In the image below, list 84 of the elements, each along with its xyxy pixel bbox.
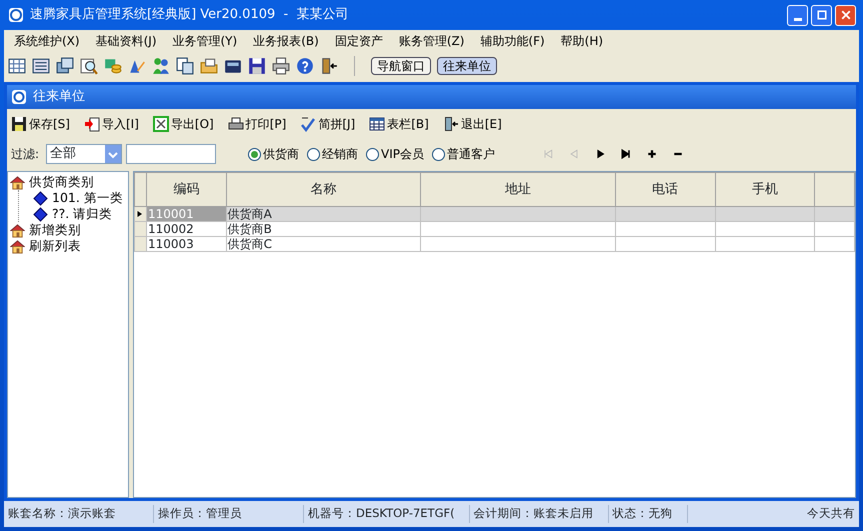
menu-item[interactable]: 辅助功能(F) [472, 30, 553, 52]
status-text: 机器号：DESKTOP-7ETGF( [304, 505, 470, 523]
toolbar-button[interactable]: 表栏[B] [369, 115, 429, 133]
table-cell: 110002 [148, 222, 194, 236]
child-window-title: 往来单位 [33, 88, 85, 106]
table-cell: 供货商A [228, 206, 272, 220]
tree-item[interactable]: 刷新列表 [10, 238, 81, 254]
maximize-button[interactable] [811, 4, 832, 26]
last-icon[interactable] [620, 148, 632, 160]
radio-button[interactable]: 普通客户 [432, 145, 500, 163]
navigation-button[interactable]: 往来单位 [437, 57, 497, 75]
save-icon [11, 116, 27, 132]
close-button[interactable] [835, 4, 856, 26]
diamond-icon [33, 190, 48, 206]
toolbar-button[interactable]: 导出[O] [152, 115, 214, 133]
coins-icon[interactable] [104, 57, 122, 75]
maximize-icon [816, 10, 826, 20]
plus-icon[interactable] [646, 148, 658, 160]
column-header[interactable]: 手机 [715, 172, 815, 206]
radio-button[interactable]: VIP会员 [366, 145, 428, 163]
tree-item[interactable]: ??. 请归类 [33, 206, 112, 222]
house-icon [10, 238, 25, 254]
import-icon [84, 116, 100, 132]
menu-item[interactable]: 业务管理(Y) [164, 30, 246, 52]
table-cell: 供货商C [228, 236, 272, 250]
minimize-icon [794, 18, 802, 20]
house-icon [10, 174, 25, 190]
people-icon[interactable] [152, 57, 170, 75]
table-icon [369, 116, 386, 132]
printer-icon[interactable] [272, 57, 290, 75]
windows-icon[interactable] [56, 57, 74, 75]
tree-item[interactable]: 供货商类别 [10, 174, 94, 190]
column-header[interactable]: 编码 [146, 172, 226, 206]
column-header[interactable]: 电话 [615, 172, 716, 206]
folder-icon[interactable] [200, 57, 218, 75]
status-text: 操作员：管理员 [154, 505, 304, 523]
table-cell: 供货商B [228, 222, 272, 236]
toolbar-button[interactable]: 简拼[J] [300, 115, 356, 133]
documents-icon[interactable] [176, 57, 194, 75]
menu-item[interactable]: 固定资产 [326, 30, 391, 52]
status-text: 账套名称：演示账套 [4, 505, 154, 523]
menu-item[interactable]: 系统维护(X) [6, 30, 88, 52]
radio-button[interactable]: 供货商 [248, 145, 304, 163]
filter-label: 过滤: [11, 146, 40, 163]
status-text: 状态：无狗 [608, 505, 688, 523]
table-cell: 110003 [148, 236, 194, 250]
filter-input[interactable] [126, 144, 216, 164]
toolbar-button[interactable]: 导入[I] [84, 115, 139, 133]
table-cell: 110001 [148, 206, 194, 220]
toolbar-button[interactable]: 打印[P] [228, 115, 286, 133]
tree-item[interactable]: 新增类别 [10, 222, 81, 238]
tree-item[interactable]: 101. 第一类 [33, 190, 123, 206]
app-icon [8, 7, 24, 23]
toolbar-button[interactable]: 退出[E] [442, 115, 502, 133]
menu-item[interactable]: 基础资料(J) [88, 30, 164, 52]
column-header[interactable]: 地址 [420, 172, 616, 206]
window-icon [11, 89, 27, 105]
filter-dropdown[interactable]: 全部 [46, 144, 122, 164]
status-text: 会计期间：账套未启用 [470, 505, 609, 523]
menu-item[interactable]: 帮助(H) [552, 30, 612, 52]
search-icon[interactable] [80, 57, 98, 75]
row-indicator[interactable] [134, 206, 146, 222]
help-icon[interactable] [296, 57, 314, 75]
close-icon [840, 10, 850, 20]
menu-item[interactable]: 业务报表(B) [245, 30, 327, 52]
column-header[interactable]: 名称 [226, 172, 421, 206]
minimize-button[interactable] [787, 4, 808, 26]
check-icon [300, 116, 316, 132]
radio-button[interactable]: 经销商 [307, 145, 362, 163]
row-pointer-icon [136, 209, 144, 220]
navigation-button[interactable]: 导航窗口 [371, 57, 431, 75]
list-icon[interactable] [32, 57, 50, 75]
menu-item[interactable]: 账务管理(Z) [390, 30, 472, 52]
printer-icon [228, 116, 244, 132]
grid-icon[interactable] [8, 57, 26, 75]
toolbar-button[interactable]: 保存[S] [11, 115, 70, 133]
status-text: 今天共有 [806, 505, 856, 522]
exit-icon[interactable] [320, 57, 338, 75]
diamond-icon [33, 206, 48, 222]
house-icon [10, 222, 25, 238]
exit-icon [442, 116, 459, 132]
window-title: 速腾家具店管理系统[经典版] Ver20.0109 - 某某公司 [30, 6, 350, 24]
export-icon [152, 116, 169, 132]
save-icon[interactable] [248, 57, 266, 75]
